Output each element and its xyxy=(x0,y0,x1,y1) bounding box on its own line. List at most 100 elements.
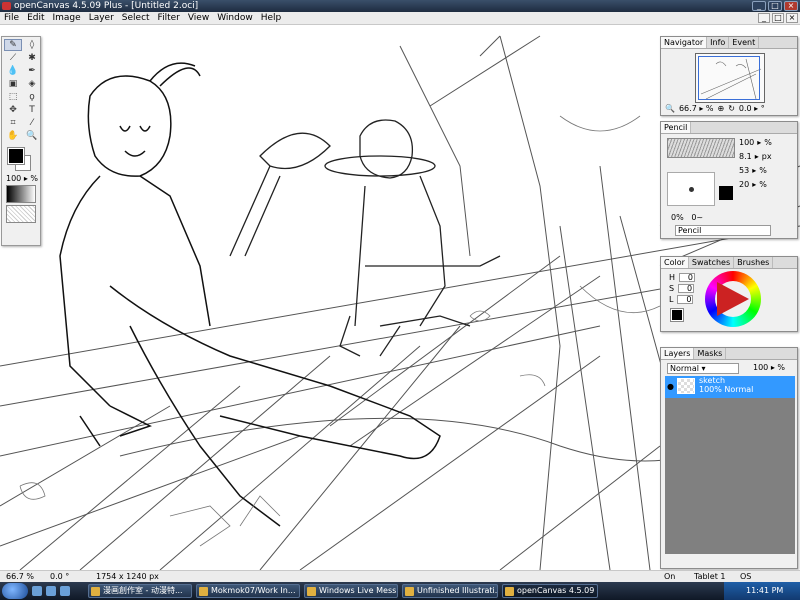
color-triangle[interactable] xyxy=(717,282,749,316)
tab-pencil[interactable]: Pencil xyxy=(661,122,692,133)
navigator-viewport[interactable] xyxy=(698,56,760,100)
taskbar-item-active[interactable]: openCanvas 4.5.09 ... xyxy=(502,584,598,598)
visibility-eye-icon[interactable]: ● xyxy=(667,382,674,391)
window-titlebar: openCanvas 4.5.09 Plus - [Untitled 2.oci… xyxy=(0,0,800,12)
taskbar-item[interactable]: Mokmok07/Work In... xyxy=(196,584,300,598)
hue-field[interactable]: H 0 xyxy=(669,273,696,282)
app-icon xyxy=(2,2,11,10)
pencil-param-density[interactable]: 53 ▸% xyxy=(739,166,767,175)
maximize-button[interactable]: □ xyxy=(768,1,782,11)
brush-texture-preview[interactable] xyxy=(667,138,735,158)
close-button[interactable]: × xyxy=(784,1,798,11)
layer-row[interactable]: ● sketch 100% Normal xyxy=(665,376,795,398)
pencil-param-size[interactable]: 8.1 ▸ px xyxy=(739,152,772,161)
tab-layers[interactable]: Layers xyxy=(661,348,695,359)
tab-info[interactable]: Info xyxy=(707,37,730,48)
status-tablet-state: On xyxy=(664,572,676,581)
menu-view[interactable]: View xyxy=(184,13,213,23)
tab-event[interactable]: Event xyxy=(729,37,760,48)
tab-color[interactable]: Color xyxy=(661,257,689,268)
pencil-panel: Pencil 100 ▸% 8.1 ▸ px 53 ▸% 20 ▸% 0% 0~ Penc… xyxy=(660,121,798,239)
menu-select[interactable]: Select xyxy=(118,13,154,23)
color-swatches[interactable] xyxy=(4,146,38,172)
hand-tool-icon[interactable]: ✋ xyxy=(4,130,22,142)
window-title: openCanvas 4.5.09 Plus - [Untitled 2.oci… xyxy=(14,1,199,11)
saturation-field[interactable]: S 0 xyxy=(669,284,695,293)
quicklaunch-desktop-icon[interactable] xyxy=(46,586,56,596)
clock[interactable]: 11:41 PM xyxy=(746,586,783,595)
brush-color-swatch[interactable] xyxy=(719,186,733,200)
pencil-preset-name[interactable]: Pencil xyxy=(675,225,771,236)
status-size: 1754 x 1240 px xyxy=(96,572,159,581)
eraser-tool-icon[interactable]: ◊ xyxy=(23,39,41,51)
lightness-field[interactable]: L 0 xyxy=(669,295,695,304)
minimize-button[interactable]: _ xyxy=(752,1,766,11)
menu-help[interactable]: Help xyxy=(257,13,286,23)
menu-layer[interactable]: Layer xyxy=(85,13,118,23)
pencil-param-opacity[interactable]: 100 ▸% xyxy=(739,138,772,147)
lasso-tool-icon[interactable]: ϙ xyxy=(23,91,41,103)
layer-thumbnail xyxy=(677,378,695,394)
tab-brushes[interactable]: Brushes xyxy=(734,257,774,268)
tab-masks[interactable]: Masks xyxy=(694,348,727,359)
menu-file[interactable]: File xyxy=(0,13,23,23)
navigator-thumbnail[interactable] xyxy=(695,53,765,103)
toolbox-panel: ✎ ◊ ⟋ ✱ 💧 ✒ ▣ ◈ ⬚ ϙ ✥ T ⌗ ⁄ ✋ 🔍 100 ▸ % xyxy=(1,36,41,246)
brush-tip-preview xyxy=(667,172,715,206)
taskbar: 漫画創作室 - 动漫特... Mokmok07/Work In... Windo… xyxy=(0,582,800,600)
zoom-out-icon[interactable]: 🔍 xyxy=(665,104,675,113)
taskbar-item[interactable]: 漫画創作室 - 动漫特... xyxy=(88,584,192,598)
blur-tool-icon[interactable]: 💧 xyxy=(4,65,22,77)
tab-swatches[interactable]: Swatches xyxy=(689,257,735,268)
menu-image[interactable]: Image xyxy=(49,13,85,23)
quicklaunch-explorer-icon[interactable] xyxy=(60,586,70,596)
zoom-in-icon[interactable]: ⊕ xyxy=(718,104,725,113)
rotate-icon[interactable]: ↻ xyxy=(728,104,735,113)
navigator-zoom[interactable]: 66.7 ▸ % xyxy=(679,104,714,113)
layer-list: ● sketch 100% Normal xyxy=(665,376,795,554)
brush-tool-icon[interactable]: ⟋ xyxy=(4,52,22,64)
doc-close-button[interactable]: × xyxy=(786,13,798,23)
navigator-panel: Navigator Info Event 🔍 66.7 ▸ % ⊕ ↻ 0.0 … xyxy=(660,36,798,116)
menu-edit[interactable]: Edit xyxy=(23,13,48,23)
layer-name: sketch xyxy=(699,376,726,385)
eyedropper-tool-icon[interactable]: ⁄ xyxy=(23,117,41,129)
foreground-color-swatch[interactable] xyxy=(7,147,25,165)
layer-opacity[interactable]: 100 ▸ % xyxy=(753,363,785,372)
toolbox-opacity[interactable]: 100 ▸ % xyxy=(2,174,40,183)
color-panel: Color Swatches Brushes H 0 S 0 L 0 xyxy=(660,256,798,332)
rect-select-tool-icon[interactable]: ⬚ xyxy=(4,91,22,103)
texture-swatch[interactable] xyxy=(6,205,36,223)
text-tool-icon[interactable]: T xyxy=(23,104,41,116)
menu-filter[interactable]: Filter xyxy=(154,13,184,23)
doc-restore-button[interactable]: □ xyxy=(772,13,784,23)
system-tray: 11:41 PM xyxy=(724,582,800,600)
watercolor-tool-icon[interactable]: ✒ xyxy=(23,65,41,77)
quicklaunch-browser-icon[interactable] xyxy=(32,586,42,596)
taskbar-item[interactable]: Unfinished Illustrati... xyxy=(402,584,498,598)
status-zoom: 66.7 % xyxy=(6,572,34,581)
airbrush-tool-icon[interactable]: ✱ xyxy=(23,52,41,64)
tab-navigator[interactable]: Navigator xyxy=(661,37,708,48)
move-tool-icon[interactable]: ✥ xyxy=(4,104,22,116)
menu-bar: File Edit Image Layer Select Filter View… xyxy=(0,12,800,25)
fill-tool-icon[interactable]: ▣ xyxy=(4,78,22,90)
status-angle: 0.0 ° xyxy=(50,572,70,581)
blend-mode-select[interactable]: Normal ▾ xyxy=(667,363,739,374)
navigator-angle[interactable]: 0.0 ▸ ° xyxy=(739,104,765,113)
status-tablet: Tablet 1 xyxy=(694,572,726,581)
zoom-tool-icon[interactable]: 🔍 xyxy=(23,130,41,142)
pencil-tool-icon[interactable]: ✎ xyxy=(4,39,22,51)
current-color-swatch[interactable] xyxy=(670,308,684,322)
layer-detail: 100% Normal xyxy=(699,385,754,394)
gradient-swatch[interactable] xyxy=(6,185,36,203)
doc-minimize-button[interactable]: _ xyxy=(758,13,770,23)
crop-tool-icon[interactable]: ⌗ xyxy=(4,117,22,129)
pencil-param-blend[interactable]: 20 ▸% xyxy=(739,180,767,189)
menu-window[interactable]: Window xyxy=(213,13,257,23)
status-bar: 66.7 % 0.0 ° 1754 x 1240 px On Tablet 1 … xyxy=(0,570,800,592)
gradient-tool-icon[interactable]: ◈ xyxy=(23,78,41,90)
layers-panel: Layers Masks Normal ▾ 100 ▸ % ● sketch 1… xyxy=(660,347,798,569)
start-button[interactable] xyxy=(2,583,28,599)
taskbar-item[interactable]: Windows Live Mess... xyxy=(304,584,398,598)
